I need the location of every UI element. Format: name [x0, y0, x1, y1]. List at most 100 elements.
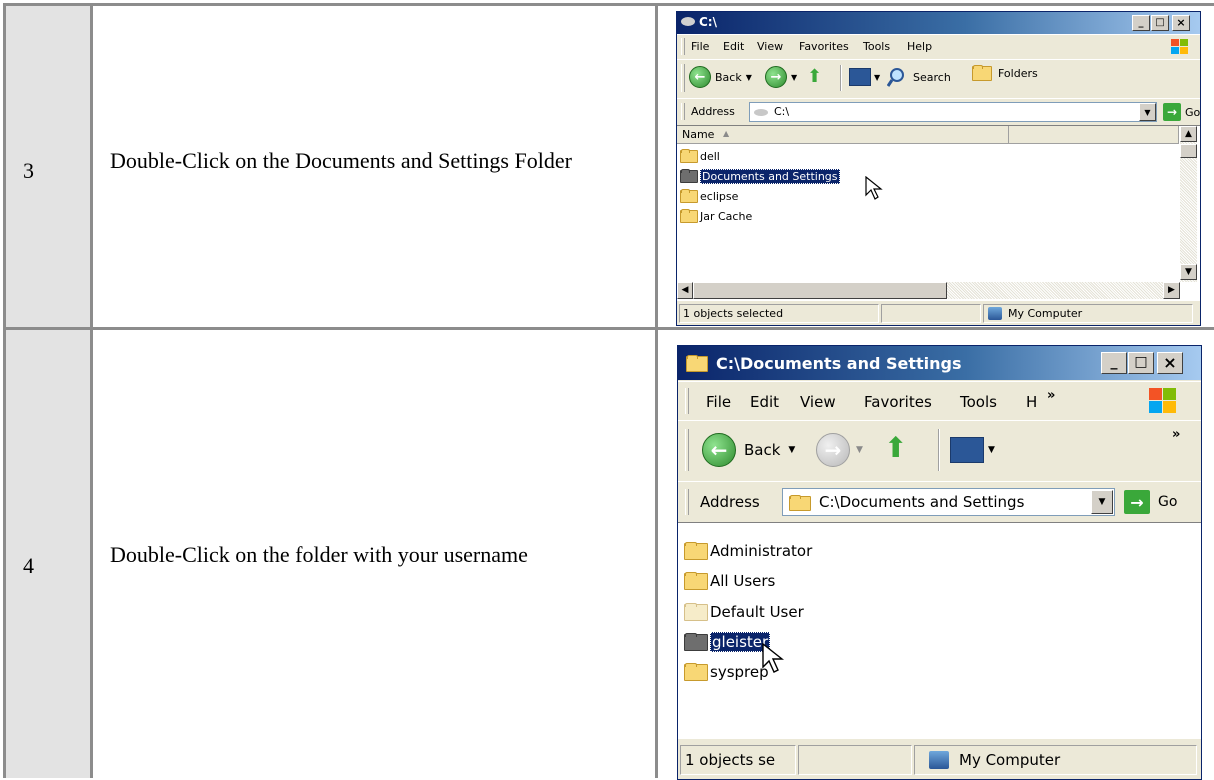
- maximize-button[interactable]: □: [1128, 352, 1154, 374]
- windows-logo-icon: [1149, 388, 1176, 413]
- scroll-left-button[interactable]: ◀: [677, 282, 693, 299]
- standard-toolbar: ← Back ▼ → ▼ ⬆ ▼ Search Folders: [677, 59, 1200, 99]
- address-grip: [685, 489, 689, 515]
- mouse-pointer-icon: [762, 643, 785, 673]
- up-folder-button[interactable]: ⬆: [884, 431, 907, 464]
- forward-arrow-icon: →: [765, 66, 787, 88]
- address-field[interactable]: C:\ ▼: [749, 102, 1157, 122]
- views-dropdown-icon[interactable]: ▼: [988, 445, 995, 455]
- status-bar: 1 objects selected My Computer: [677, 300, 1200, 325]
- close-button[interactable]: ×: [1157, 352, 1183, 374]
- toolbar-overflow-chevron-icon[interactable]: »: [1172, 427, 1180, 442]
- menu-view[interactable]: View: [800, 393, 836, 411]
- title-bar[interactable]: C:\ _ □ ×: [677, 12, 1200, 34]
- views-button[interactable]: ▼: [849, 68, 880, 86]
- scroll-thumb[interactable]: [1180, 144, 1197, 158]
- sort-ascending-icon: ▲: [723, 129, 730, 138]
- minimize-button[interactable]: _: [1101, 352, 1127, 374]
- views-button[interactable]: ▼: [950, 437, 995, 463]
- scroll-up-button[interactable]: ▲: [1180, 126, 1197, 142]
- forward-button[interactable]: → ▼: [765, 66, 797, 88]
- list-item-selected[interactable]: gleister: [684, 631, 771, 653]
- list-item[interactable]: Administrator: [684, 540, 812, 562]
- status-bar: 1 objects se My Computer: [678, 738, 1201, 779]
- menu-tools[interactable]: Tools: [960, 393, 997, 411]
- item-label: eclipse: [700, 189, 739, 203]
- folder-icon: [684, 602, 708, 621]
- forward-button-disabled[interactable]: → ▼: [816, 433, 863, 467]
- name-column-header[interactable]: Name ▲: [677, 126, 1009, 144]
- menu-overflow-chevron-icon[interactable]: »: [1047, 388, 1055, 403]
- minimize-button[interactable]: _: [1132, 15, 1150, 31]
- address-grip: [681, 103, 685, 120]
- list-item[interactable]: Default User: [684, 601, 804, 623]
- address-value: C:\: [774, 105, 790, 118]
- menu-file[interactable]: File: [691, 40, 709, 53]
- vertical-scrollbar[interactable]: ▲ ▼: [1180, 126, 1197, 282]
- menu-tools[interactable]: Tools: [863, 40, 890, 53]
- forward-dropdown-icon[interactable]: ▼: [791, 73, 797, 82]
- folders-button[interactable]: Folders: [972, 65, 1038, 81]
- list-item-selected[interactable]: Documents and Settings: [680, 168, 840, 184]
- search-label: Search: [913, 70, 951, 84]
- search-button[interactable]: Search: [887, 66, 951, 88]
- drive-icon: [754, 109, 768, 116]
- up-folder-button[interactable]: ⬆: [807, 66, 822, 87]
- horizontal-scroll-thumb[interactable]: [693, 282, 947, 299]
- folder-icon: [680, 208, 698, 223]
- views-dropdown-icon[interactable]: ▼: [874, 73, 880, 82]
- name-column-label: Name: [682, 128, 715, 141]
- menu-edit[interactable]: Edit: [750, 393, 779, 411]
- address-dropdown-button[interactable]: ▼: [1091, 490, 1113, 514]
- explorer-window-c-drive: C:\ _ □ × File Edit View Favorites Tools…: [676, 11, 1201, 326]
- column-header-blank[interactable]: [1009, 126, 1179, 144]
- go-button[interactable]: → Go: [1163, 103, 1200, 121]
- title-bar[interactable]: C:\Documents and Settings _ □ ×: [678, 346, 1201, 380]
- step-number: 4: [23, 553, 34, 578]
- folder-icon: [680, 148, 698, 163]
- menu-help[interactable]: Help: [907, 40, 932, 53]
- back-dropdown-icon[interactable]: ▼: [746, 73, 752, 82]
- status-selection-text: 1 objects se: [685, 751, 776, 769]
- back-arrow-icon: ←: [702, 433, 736, 467]
- instructions-table: 3 Double-Click on the Documents and Sett…: [0, 0, 1214, 780]
- status-selection-text: 1 objects selected: [683, 307, 784, 320]
- maximize-button[interactable]: □: [1151, 15, 1169, 31]
- address-bar: Address C:\Documents and Settings ▼ → Go: [678, 481, 1201, 523]
- window-title: C:\Documents and Settings: [716, 354, 962, 373]
- address-field[interactable]: C:\Documents and Settings ▼: [782, 488, 1115, 516]
- menu-edit[interactable]: Edit: [723, 40, 744, 53]
- list-item[interactable]: Jar Cache: [680, 208, 752, 224]
- forward-dropdown-icon[interactable]: ▼: [856, 445, 863, 455]
- back-label: Back: [715, 70, 742, 84]
- table-col-divider-1: [90, 6, 93, 778]
- status-empty-panel: [881, 304, 981, 323]
- item-label: sysprep: [710, 663, 769, 681]
- back-dropdown-icon[interactable]: ▼: [788, 445, 795, 455]
- back-button[interactable]: ← Back ▼: [689, 66, 752, 88]
- menu-view[interactable]: View: [757, 40, 783, 53]
- scroll-right-button[interactable]: ▶: [1163, 282, 1180, 299]
- close-button[interactable]: ×: [1172, 15, 1190, 31]
- scroll-down-button[interactable]: ▼: [1180, 264, 1197, 280]
- status-zone-text: My Computer: [959, 751, 1061, 769]
- list-item[interactable]: eclipse: [680, 188, 738, 204]
- menu-favorites[interactable]: Favorites: [799, 40, 849, 53]
- horizontal-scrollbar[interactable]: ◀ ▶: [677, 282, 1180, 299]
- list-item[interactable]: All Users: [684, 570, 775, 592]
- address-dropdown-button[interactable]: ▼: [1139, 103, 1156, 121]
- up-folder-icon: ⬆: [807, 66, 823, 87]
- menu-help-truncated[interactable]: H: [1026, 393, 1037, 411]
- go-button[interactable]: → Go: [1124, 490, 1177, 514]
- window-title: C:\: [699, 15, 717, 29]
- up-folder-icon: ⬆: [884, 431, 908, 464]
- file-list-pane: Administrator All Users Default User gle…: [678, 522, 1201, 739]
- standard-toolbar: ← Back ▼ → ▼ ⬆ ▼ »: [678, 420, 1201, 482]
- back-button[interactable]: ← Back ▼: [702, 433, 795, 467]
- folder-icon: [686, 355, 708, 372]
- list-item[interactable]: sysprep: [684, 661, 769, 683]
- search-icon: [887, 68, 904, 87]
- menu-file[interactable]: File: [706, 393, 731, 411]
- menu-favorites[interactable]: Favorites: [864, 393, 932, 411]
- list-item[interactable]: dell: [680, 148, 720, 164]
